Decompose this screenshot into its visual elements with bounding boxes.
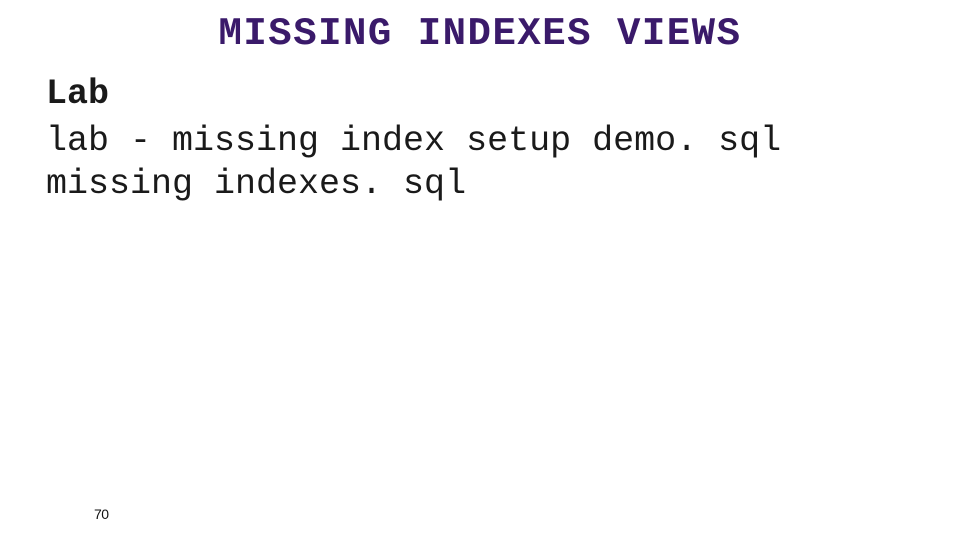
slide: MISSING INDEXES VIEWS Lab lab - missing … [0,0,960,540]
lab-file-line-2: missing indexes. sql [46,164,466,204]
lab-file-line-1: lab - missing index setup demo. sql [46,121,781,161]
page-number: 70 [94,506,109,522]
slide-title: MISSING INDEXES VIEWS [0,12,960,56]
lab-subheading: Lab [46,74,109,114]
